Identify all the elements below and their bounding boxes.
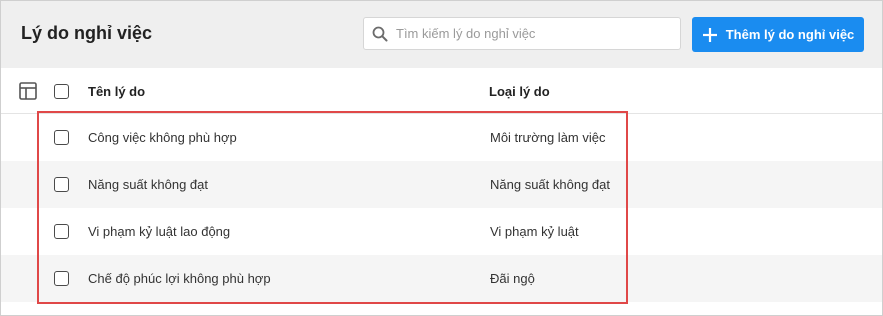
add-reason-label: Thêm lý do nghỉ việc: [725, 27, 855, 42]
app-frame: Lý do nghỉ việc Thêm lý do nghỉ việc Tên…: [0, 0, 883, 316]
column-header-type: Loại lý do: [489, 84, 550, 99]
column-header-name: Tên lý do: [88, 84, 146, 99]
column-settings-icon[interactable]: [19, 82, 37, 100]
search-box[interactable]: [363, 17, 681, 50]
row-checkbox[interactable]: [54, 224, 69, 239]
search-input[interactable]: [396, 18, 666, 49]
table-row[interactable]: Năng suất không đạt Năng suất không đạt: [1, 161, 882, 208]
reason-name: Vi phạm kỷ luật lao động: [88, 224, 231, 239]
row-checkbox[interactable]: [54, 271, 69, 286]
page-title: Lý do nghỉ việc: [21, 23, 153, 43]
reason-type: Môi trường làm việc: [490, 130, 606, 145]
add-reason-button[interactable]: Thêm lý do nghỉ việc: [692, 17, 864, 52]
reason-name: Chế độ phúc lợi không phù hợp: [88, 271, 271, 286]
row-checkbox[interactable]: [54, 130, 69, 145]
table-row[interactable]: Vi phạm kỷ luật lao động Vi phạm kỷ luật: [1, 208, 882, 255]
search-icon: [372, 26, 388, 42]
row-checkbox[interactable]: [54, 177, 69, 192]
plus-icon: [702, 27, 717, 42]
table-row[interactable]: Công việc không phù hợp Môi trường làm v…: [1, 114, 882, 161]
reason-type: Vi phạm kỷ luật: [490, 224, 579, 239]
reason-type: Đãi ngộ: [490, 271, 535, 286]
table-row[interactable]: Chế độ phúc lợi không phù hợp Đãi ngộ: [1, 255, 882, 302]
reason-name: Năng suất không đạt: [88, 177, 208, 192]
reason-name: Công việc không phù hợp: [88, 130, 237, 145]
select-all-checkbox[interactable]: [54, 84, 69, 99]
table-header: Tên lý do Loại lý do: [1, 68, 882, 114]
page-header: Lý do nghỉ việc Thêm lý do nghỉ việc: [1, 1, 882, 68]
reason-type: Năng suất không đạt: [490, 177, 610, 192]
